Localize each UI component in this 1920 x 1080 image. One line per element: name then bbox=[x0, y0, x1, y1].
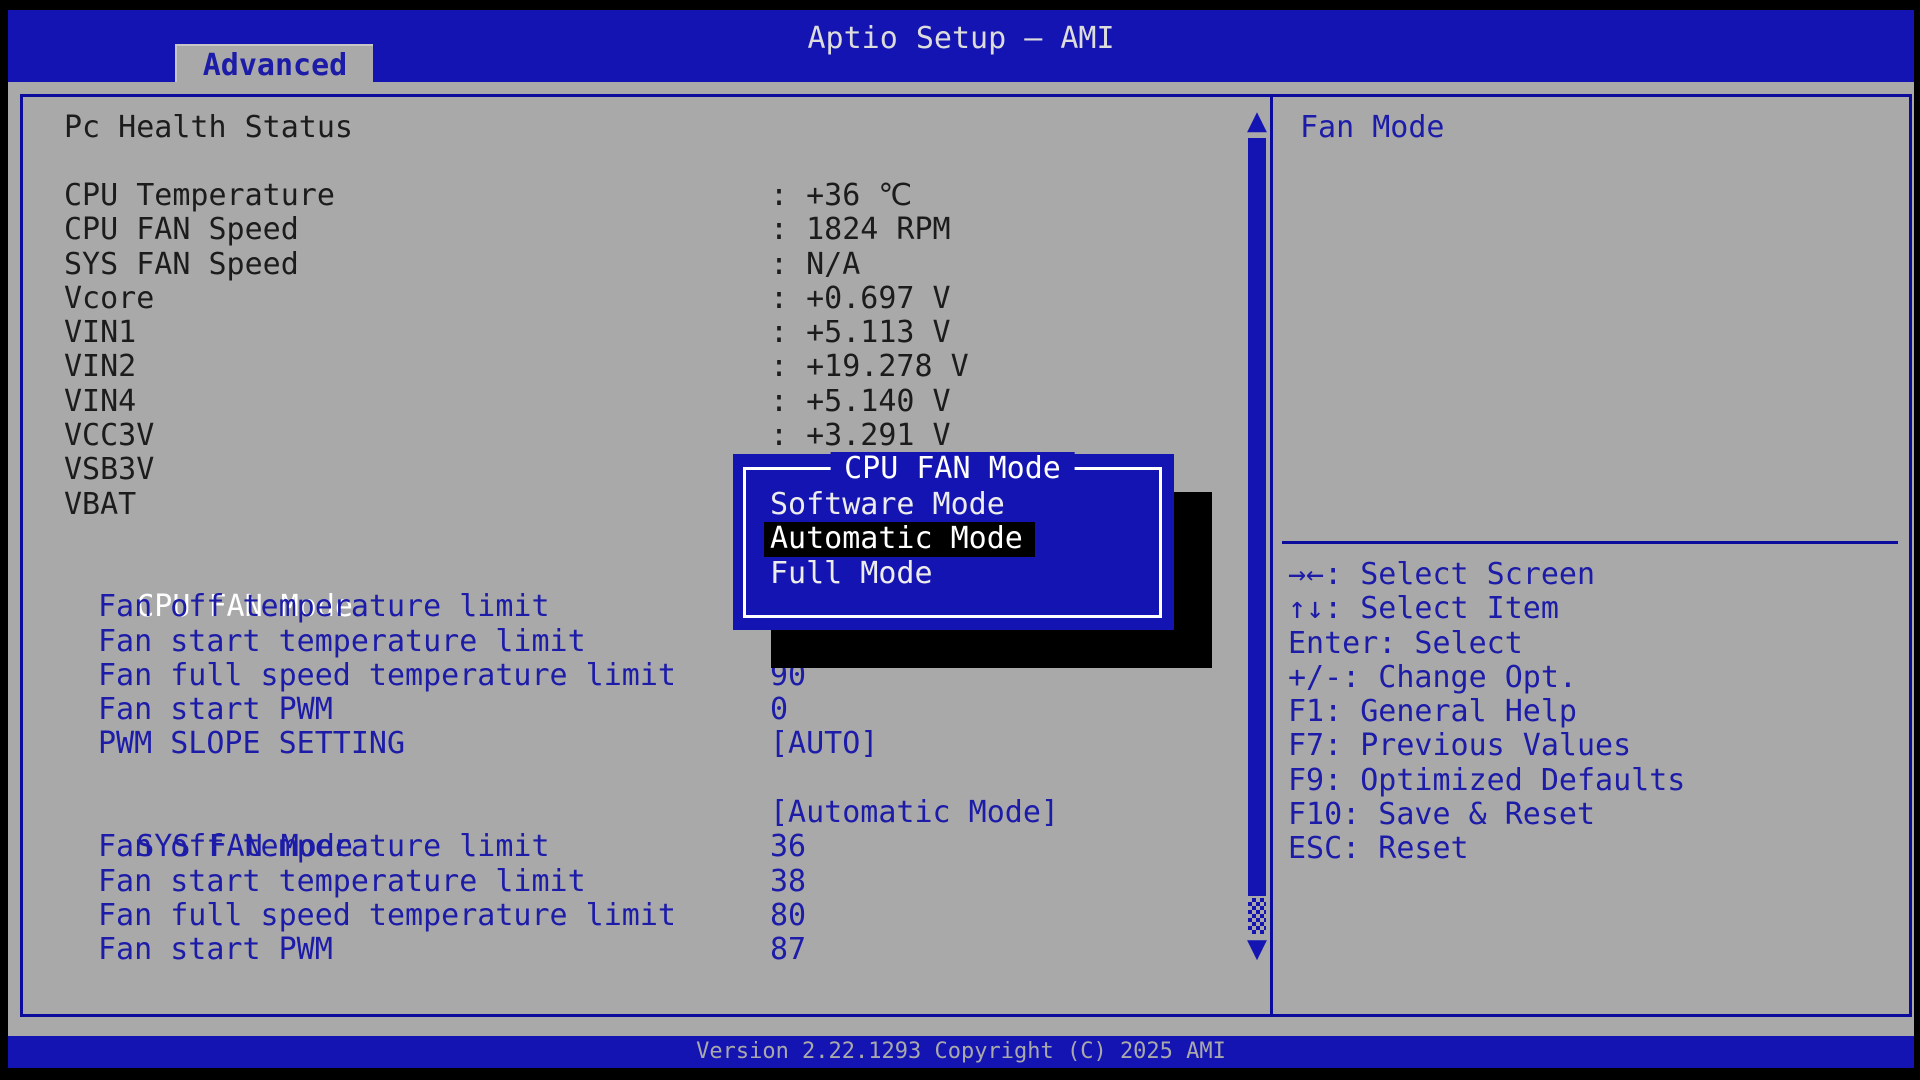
key-legend-item: →←: Select Screen bbox=[1288, 558, 1685, 592]
sys-fan-section: SYS FAN Mode [Automatic Mode] Fan off te… bbox=[64, 796, 676, 967]
health-row: CPU FAN Speed: 1824 RPM bbox=[64, 213, 335, 247]
popup-option[interactable]: Full Mode bbox=[770, 557, 1035, 591]
sys-fan-setting-row-value: 87 bbox=[770, 933, 806, 967]
cpu-fan-setting-row[interactable]: Fan off temperature limit bbox=[64, 590, 676, 624]
sys-fan-setting-row-value: 36 bbox=[770, 830, 806, 864]
sys-fan-setting-row[interactable]: Fan start PWM87 bbox=[64, 933, 676, 967]
cpu-fan-setting-row-label: PWM SLOPE SETTING bbox=[64, 727, 405, 761]
key-legend-item: +/-: Change Opt. bbox=[1288, 661, 1685, 695]
health-status-list: CPU Temperature: +36 ℃CPU FAN Speed: 182… bbox=[64, 179, 335, 522]
sys-fan-setting-row-label: Fan start PWM bbox=[64, 933, 333, 967]
key-legend-item: F10: Save & Reset bbox=[1288, 798, 1685, 832]
scroll-down-icon[interactable]: ▼ bbox=[1246, 936, 1268, 962]
key-legend-item: ESC: Reset bbox=[1288, 832, 1685, 866]
health-row-label: VCC3V bbox=[64, 419, 154, 453]
health-row: VSB3V bbox=[64, 453, 335, 487]
cpu-fan-setting-row-label: Fan start PWM bbox=[64, 693, 333, 727]
health-row-label: SYS FAN Speed bbox=[64, 248, 299, 282]
health-row: Vcore: +0.697 V bbox=[64, 282, 335, 316]
health-row: CPU Temperature: +36 ℃ bbox=[64, 179, 335, 213]
health-row: VIN2: +19.278 V bbox=[64, 350, 335, 384]
cpu-fan-setting-row[interactable]: Fan start temperature limit bbox=[64, 625, 676, 659]
cpu-fan-setting-row[interactable]: Fan start PWM0 bbox=[64, 693, 676, 727]
sys-fan-setting-row-label: Fan full speed temperature limit bbox=[64, 899, 676, 933]
version-bar: Version 2.22.1293 Copyright (C) 2025 AMI bbox=[8, 1036, 1914, 1068]
cpu-fan-setting-row-label: Fan start temperature limit bbox=[64, 625, 586, 659]
panel-divider bbox=[1270, 94, 1273, 1017]
popup-title: CPU FAN Mode bbox=[830, 452, 1075, 486]
health-row-value: : +0.697 V bbox=[770, 282, 951, 316]
scroll-up-icon[interactable]: ▲ bbox=[1246, 108, 1268, 134]
health-row: VBAT bbox=[64, 488, 335, 522]
section-title: Pc Health Status bbox=[64, 111, 353, 145]
sys-fan-setting-row-value: 38 bbox=[770, 865, 806, 899]
sys-fan-setting-row-value: 80 bbox=[770, 899, 806, 933]
sys-fan-setting-row-label: Fan start temperature limit bbox=[64, 865, 586, 899]
popup-option-list: Software ModeAutomatic ModeFull Mode bbox=[770, 488, 1035, 591]
health-row-value: : +36 ℃ bbox=[770, 179, 912, 213]
cpu-fan-setting-row-label: Fan off temperature limit bbox=[64, 590, 550, 624]
health-row-value: : 1824 RPM bbox=[770, 213, 951, 247]
health-row: VCC3V: +3.291 V bbox=[64, 419, 335, 453]
cpu-fan-setting-row-value: [AUTO] bbox=[770, 727, 878, 761]
cpu-fan-mode-item[interactable]: CPU FAN Mode bbox=[64, 556, 676, 590]
scrollbar: ▲ ▼ bbox=[1246, 106, 1268, 968]
health-row-label: VBAT bbox=[64, 488, 136, 522]
key-legend-item: F7: Previous Values bbox=[1288, 729, 1685, 763]
sys-fan-settings-list: Fan off temperature limit36Fan start tem… bbox=[64, 830, 676, 967]
help-text: Fan Mode bbox=[1300, 111, 1445, 145]
cpu-fan-mode-popup: CPU FAN Mode Software ModeAutomatic Mode… bbox=[733, 454, 1174, 630]
health-row-label: VSB3V bbox=[64, 453, 154, 487]
health-row-label: VIN2 bbox=[64, 350, 136, 384]
health-row-label: CPU FAN Speed bbox=[64, 213, 299, 247]
key-legend-item: ↑↓: Select Item bbox=[1288, 592, 1685, 626]
sys-fan-setting-row[interactable]: Fan start temperature limit38 bbox=[64, 865, 676, 899]
sys-fan-setting-row[interactable]: Fan full speed temperature limit80 bbox=[64, 899, 676, 933]
sys-fan-mode-item[interactable]: SYS FAN Mode [Automatic Mode] bbox=[64, 796, 676, 830]
key-legend: →←: Select Screen↑↓: Select ItemEnter: S… bbox=[1288, 558, 1685, 867]
popup-option[interactable]: Software Mode bbox=[770, 488, 1035, 522]
help-divider bbox=[1282, 541, 1898, 544]
popup-option-selected[interactable]: Automatic Mode bbox=[764, 522, 1035, 556]
scrollbar-track[interactable] bbox=[1248, 138, 1266, 896]
cpu-fan-setting-row[interactable]: Fan full speed temperature limit90 bbox=[64, 659, 676, 693]
key-legend-item: Enter: Select bbox=[1288, 627, 1685, 661]
health-row: SYS FAN Speed: N/A bbox=[64, 248, 335, 282]
health-row-value: : N/A bbox=[770, 248, 860, 282]
key-legend-item: F1: General Help bbox=[1288, 695, 1685, 729]
sys-fan-mode-value: [Automatic Mode] bbox=[770, 796, 1059, 830]
cpu-fan-setting-row-label: Fan full speed temperature limit bbox=[64, 659, 676, 693]
key-legend-item: F9: Optimized Defaults bbox=[1288, 764, 1685, 798]
health-row-label: VIN1 bbox=[64, 316, 136, 350]
health-row-value: : +5.140 V bbox=[770, 385, 951, 419]
health-row-value: : +3.291 V bbox=[770, 419, 951, 453]
health-row: VIN1: +5.113 V bbox=[64, 316, 335, 350]
health-row-label: Vcore bbox=[64, 282, 154, 316]
health-row-label: CPU Temperature bbox=[64, 179, 335, 213]
cpu-fan-setting-row[interactable]: PWM SLOPE SETTING[AUTO] bbox=[64, 727, 676, 761]
health-row-value: : +19.278 V bbox=[770, 350, 969, 384]
sys-fan-setting-row[interactable]: Fan off temperature limit36 bbox=[64, 830, 676, 864]
cpu-fan-settings-list: Fan off temperature limitFan start tempe… bbox=[64, 590, 676, 761]
cpu-fan-setting-row-value: 0 bbox=[770, 693, 788, 727]
scrollbar-thumb[interactable] bbox=[1248, 898, 1266, 934]
sys-fan-setting-row-label: Fan off temperature limit bbox=[64, 830, 550, 864]
health-row-label: VIN4 bbox=[64, 385, 136, 419]
cpu-fan-section: CPU FAN Mode Fan off temperature limitFa… bbox=[64, 556, 676, 762]
health-row-value: : +5.113 V bbox=[770, 316, 951, 350]
health-row: VIN4: +5.140 V bbox=[64, 385, 335, 419]
tab-advanced[interactable]: Advanced bbox=[175, 44, 373, 82]
